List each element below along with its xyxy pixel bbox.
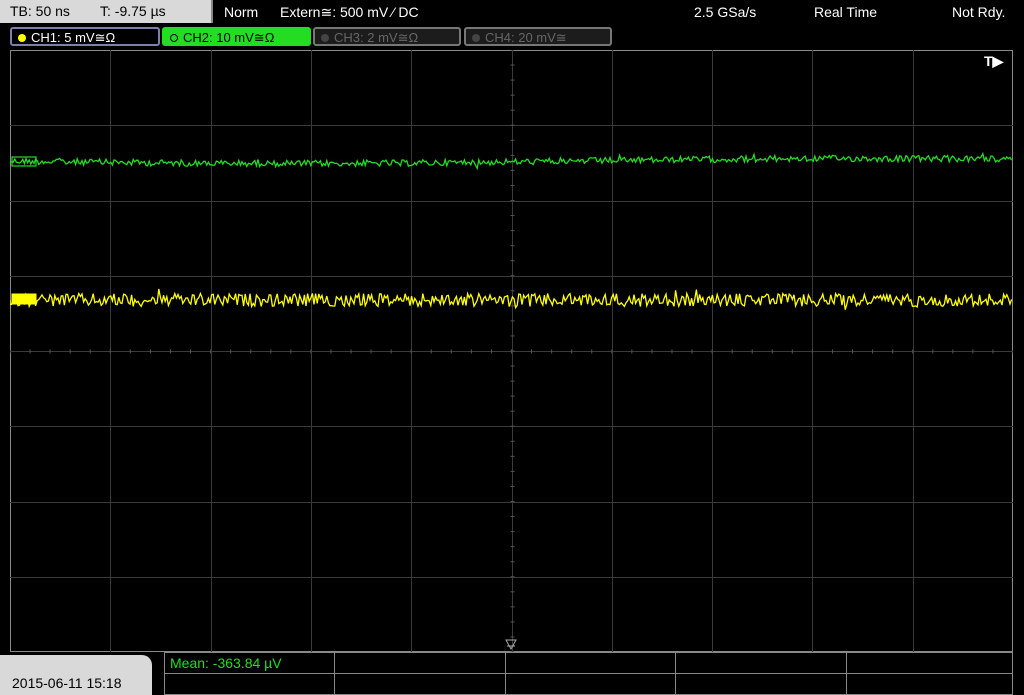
trigger-source-label[interactable]: Extern≅: 500 mV ⁄ DC: [280, 4, 419, 21]
datetime-box: 2015-06-11 15:18: [0, 655, 152, 695]
sample-rate-label: 2.5 GSa/s: [694, 4, 757, 20]
measurement-panel[interactable]: Mean: -363.84 µV: [164, 652, 1013, 695]
datetime-label: 2015-06-11 15:18: [12, 675, 122, 691]
channel-3-dot-icon: [321, 34, 329, 42]
channel-4-tab[interactable]: CH4: 20 mV≅: [464, 27, 612, 46]
channel-3-label: CH3: 2 mV≅Ω: [334, 30, 419, 45]
mean-measurement: Mean: -363.84 µV: [170, 655, 282, 671]
channel-2-tab[interactable]: CH2: 10 mV≅Ω: [162, 27, 311, 46]
timebase-label: TB: 50 ns: [10, 3, 70, 19]
channel-4-dot-icon: [472, 34, 480, 42]
channel-4-label: CH4: 20 mV≅: [485, 30, 567, 45]
channel-1-offset-marker[interactable]: [11, 293, 37, 305]
channel-3-tab[interactable]: CH3: 2 mV≅Ω: [313, 27, 461, 46]
channel-2-dot-icon: [170, 34, 178, 42]
channel-1-tab[interactable]: CH1: 5 mV≅Ω: [10, 27, 160, 46]
trigger-position-marker[interactable]: T▶: [984, 53, 1005, 69]
channel-1-dot-icon: [18, 34, 26, 42]
channel-1-label: CH1: 5 mV≅Ω: [31, 30, 116, 45]
waveform-display[interactable]: T▶: [10, 50, 1013, 652]
acquisition-mode-label: Real Time: [814, 4, 878, 20]
channel-tabs: CH1: 5 mV≅Ω CH2: 10 mV≅Ω CH3: 2 mV≅Ω CH4…: [0, 25, 1024, 49]
measurement-row-divider: [165, 673, 1012, 674]
trigger-time-label: T: -9.75 µs: [100, 3, 166, 19]
footer-bar: 2015-06-11 15:18 Mean: -363.84 µV: [0, 652, 1024, 695]
trigger-mode-label[interactable]: Norm: [224, 4, 258, 20]
status-label: Not Rdy.: [952, 4, 1006, 20]
channel-2-label: CH2: 10 mV≅Ω: [183, 30, 275, 45]
timebase-box[interactable]: TB: 50 ns T: -9.75 µs: [0, 0, 213, 23]
status-bar: TB: 50 ns T: -9.75 µs Norm Extern≅: 500 …: [0, 0, 1024, 24]
